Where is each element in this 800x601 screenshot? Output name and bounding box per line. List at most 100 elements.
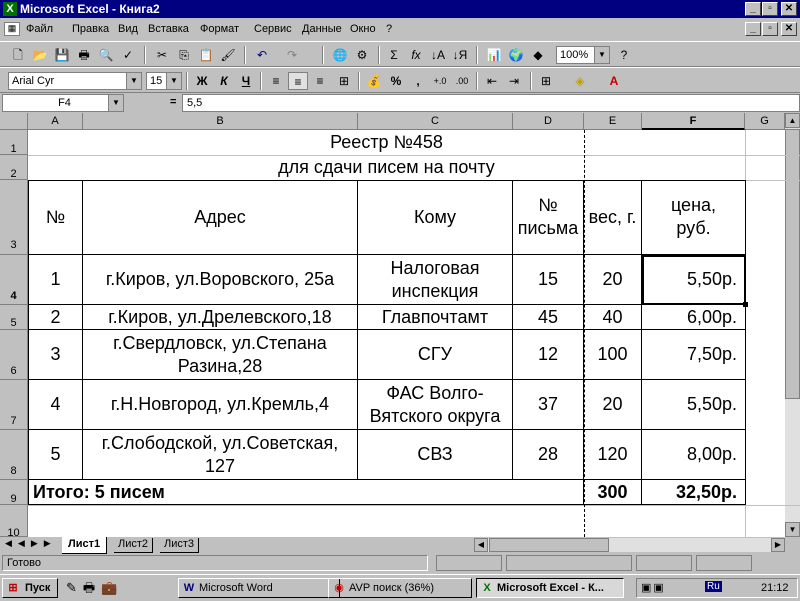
hyperlink-icon[interactable]: 🌐	[330, 46, 350, 64]
cell-price[interactable]: 8,00р.	[642, 430, 746, 480]
tab-sheet1[interactable]: Лист1	[62, 537, 108, 554]
open-icon[interactable]: 📂	[30, 46, 50, 64]
font-select[interactable]: Arial Cyr ▼	[8, 72, 142, 90]
workbook-icon[interactable]: ▦	[4, 22, 20, 36]
row-header-2[interactable]: 2	[0, 155, 28, 180]
fill-color-icon[interactable]: ◈	[570, 72, 590, 90]
total-label[interactable]: Итого: 5 писем	[28, 480, 584, 505]
web-toolbar-icon[interactable]: ⚙	[352, 46, 372, 64]
menu-window[interactable]: Окно	[350, 23, 376, 35]
cell-recipient[interactable]: Главпочтамт	[358, 305, 513, 330]
cell-number[interactable]: 1	[28, 255, 83, 305]
header-number[interactable]: №	[28, 180, 83, 255]
decrease-decimal-icon[interactable]: .00	[452, 72, 472, 90]
cell-weight[interactable]: 20	[584, 255, 642, 305]
currency-icon[interactable]: 💰	[364, 72, 384, 90]
horizontal-scrollbar[interactable]: ◀ ▶	[474, 538, 785, 552]
cell-address[interactable]: г.Слободской, ул.Советская, 127	[83, 430, 358, 480]
cell-recipient[interactable]: ФАС Волго-Вятского округа	[358, 380, 513, 430]
row-header-8[interactable]: 8	[0, 430, 28, 480]
cell-letter-number[interactable]: 45	[513, 305, 584, 330]
row-header-1[interactable]: 1	[0, 130, 28, 155]
map-icon[interactable]: 🌍	[506, 46, 526, 64]
maximize-button[interactable]: ▫	[762, 2, 778, 16]
cell-weight[interactable]: 120	[584, 430, 642, 480]
cell-letter-number[interactable]: 28	[513, 430, 584, 480]
header-weight[interactable]: вес, г.	[584, 180, 642, 255]
excel-app-icon[interactable]: X	[3, 2, 17, 16]
cell-recipient[interactable]: СГУ	[358, 330, 513, 380]
italic-icon[interactable]: К	[214, 72, 234, 90]
row-header-9[interactable]: 9	[0, 480, 28, 505]
bold-icon[interactable]: Ж	[192, 72, 212, 90]
col-header-a[interactable]: A	[28, 113, 83, 130]
close-button[interactable]: ✕	[781, 2, 797, 16]
language-indicator[interactable]: Ru	[705, 581, 722, 592]
task-word[interactable]: W Microsoft Word	[178, 578, 340, 598]
new-icon[interactable]: 🗋	[8, 46, 28, 64]
scroll-right-icon[interactable]: ▶	[771, 538, 785, 552]
menu-view[interactable]: Вид	[118, 23, 138, 35]
comma-style-icon[interactable]: ,	[408, 72, 428, 90]
drawing-icon[interactable]: ◆	[528, 46, 548, 64]
row-header-5[interactable]: 5	[0, 305, 28, 330]
format-painter-icon[interactable]: 🖌	[218, 46, 238, 64]
menu-tools[interactable]: Сервис	[254, 23, 292, 35]
registry-subtitle[interactable]: для сдачи писем на почту	[28, 155, 745, 180]
spelling-icon[interactable]: ✓	[118, 46, 138, 64]
registry-title[interactable]: Реестр №458	[28, 130, 745, 155]
scroll-left-icon[interactable]: ◀	[474, 538, 488, 552]
worksheet-grid[interactable]: A B C D E F G ▲ ▼ 1 2 3 4 5 6 7 8 9 10 Р…	[0, 113, 800, 537]
font-color-icon[interactable]: A	[604, 72, 624, 90]
cell-letter-number[interactable]: 15	[513, 255, 584, 305]
zoom-select[interactable]: 100% ▼	[556, 46, 610, 64]
cell-price[interactable]: 7,50р.	[642, 330, 746, 380]
cell-number[interactable]: 5	[28, 430, 83, 480]
align-right-icon[interactable]: ≡	[310, 72, 330, 90]
col-header-d[interactable]: D	[513, 113, 584, 130]
paste-icon[interactable]: 📋	[196, 46, 216, 64]
chart-wizard-icon[interactable]: 📊	[484, 46, 504, 64]
font-size-select[interactable]: 15 ▼	[146, 72, 182, 90]
scroll-up-icon[interactable]: ▲	[785, 113, 800, 128]
increase-indent-icon[interactable]: ⇥	[504, 72, 524, 90]
print-preview-icon[interactable]: 🔍	[96, 46, 116, 64]
cell-number[interactable]: 2	[28, 305, 83, 330]
save-icon[interactable]: 💾	[52, 46, 72, 64]
cell-address[interactable]: г.Киров, ул.Дрелевского,18	[83, 305, 358, 330]
borders-icon[interactable]: ⊞	[536, 72, 556, 90]
copy-icon[interactable]: ⎘	[174, 46, 194, 64]
header-address[interactable]: Адрес	[83, 180, 358, 255]
tray-icons[interactable]: ▣▣	[641, 581, 666, 594]
start-button[interactable]: ⊞ Пуск	[2, 578, 58, 598]
office-assistant-icon[interactable]: ?	[614, 46, 634, 64]
cell-price[interactable]: 5,50р.	[642, 380, 746, 430]
doc-close-button[interactable]: ✕	[781, 22, 797, 36]
scrollbar-thumb[interactable]	[785, 129, 800, 399]
undo-icon[interactable]: ↶	[252, 46, 272, 64]
doc-minimize-button[interactable]: _	[745, 22, 761, 36]
header-price[interactable]: цена, руб.	[642, 180, 746, 255]
col-header-e[interactable]: E	[584, 113, 642, 130]
menu-help[interactable]: ?	[386, 23, 392, 35]
scroll-down-icon[interactable]: ▼	[785, 522, 800, 537]
task-excel[interactable]: X Microsoft Excel - К...	[476, 578, 624, 598]
tab-sheet2[interactable]: Лист2	[114, 538, 154, 553]
total-price[interactable]: 32,50р.	[642, 480, 746, 505]
col-header-g[interactable]: G	[745, 113, 785, 130]
header-letter-number[interactable]: № письма	[513, 180, 584, 255]
menu-data[interactable]: Данные	[302, 23, 342, 35]
doc-restore-button[interactable]: ▫	[762, 22, 778, 36]
tab-scroll-icon[interactable]: ◀◀▶▶	[2, 538, 61, 552]
align-left-icon[interactable]: ≡	[266, 72, 286, 90]
cell-number[interactable]: 3	[28, 330, 83, 380]
print-icon[interactable]: 🖶	[74, 46, 94, 64]
menu-edit[interactable]: Правка	[72, 23, 109, 35]
formula-input[interactable]: 5,5	[182, 94, 800, 112]
function-icon[interactable]: fx	[406, 46, 426, 64]
cut-icon[interactable]: ✂	[152, 46, 172, 64]
cell-address[interactable]: г.Н.Новгород, ул.Кремль,4	[83, 380, 358, 430]
cell-address[interactable]: г.Киров, ул.Воровского, 25а	[83, 255, 358, 305]
cell-weight[interactable]: 40	[584, 305, 642, 330]
autosum-icon[interactable]: Σ	[384, 46, 404, 64]
